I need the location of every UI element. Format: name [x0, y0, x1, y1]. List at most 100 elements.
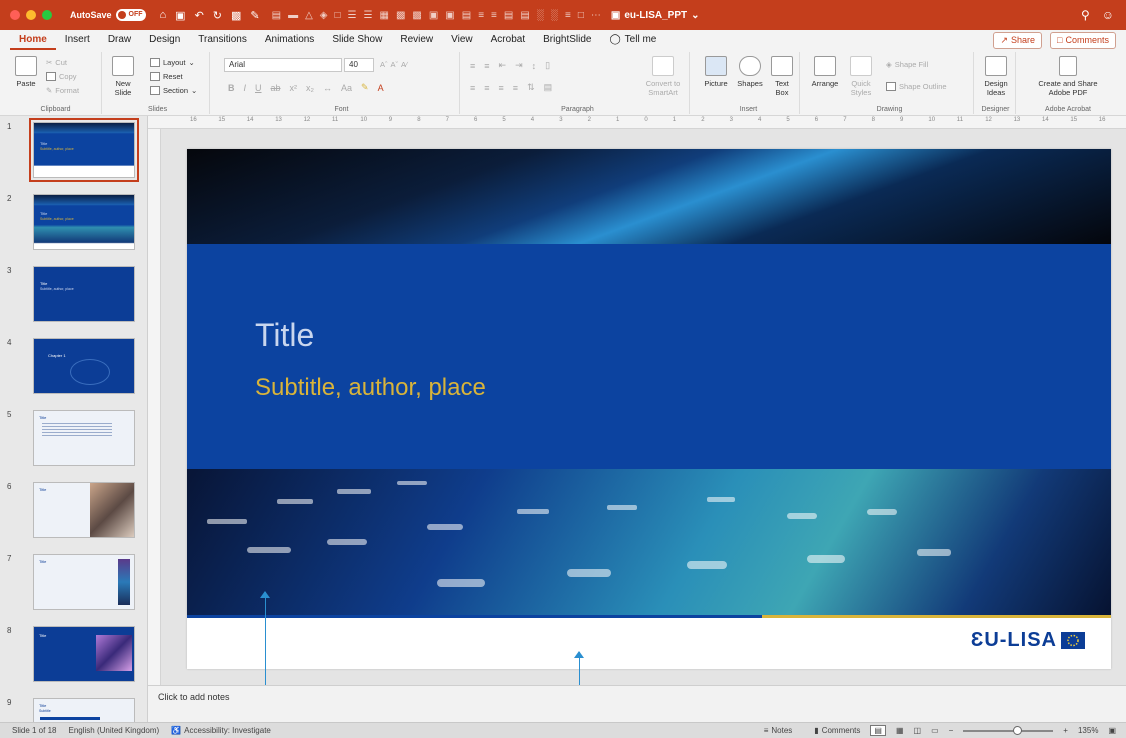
tab-slide-show[interactable]: Slide Show [323, 30, 391, 50]
tab-home[interactable]: Home [10, 30, 56, 50]
zoom-window-button[interactable] [42, 10, 52, 20]
tab-animations[interactable]: Animations [256, 30, 323, 50]
accessibility-indicator[interactable]: ♿ Accessibility: Investigate [171, 726, 271, 735]
fit-slide-icon[interactable]: ▣ [1108, 726, 1116, 735]
chart-icon[interactable]: ▩ [412, 10, 421, 21]
slide-sorter-icon[interactable]: ▦ [896, 726, 904, 735]
thumbnail-image[interactable]: Title Subtitle, author, place [33, 266, 135, 322]
highlight-icon[interactable]: ✎ [361, 82, 369, 93]
slide-subtitle[interactable]: Subtitle, author, place [255, 374, 486, 402]
thumbnail-image[interactable]: Title [33, 626, 135, 682]
font-color-icon[interactable]: A [378, 83, 384, 93]
slide-editing-canvas[interactable]: Title Subtitle, author, place ƐU-LISA [161, 129, 1126, 685]
align-right-icon[interactable]: ≡ [499, 83, 504, 93]
thumbnail-image[interactable]: Title [33, 482, 135, 538]
bar-chart-icon[interactable]: ░ [551, 10, 558, 21]
tab-review[interactable]: Review [391, 30, 442, 50]
home-icon[interactable]: ⌂ [160, 9, 167, 21]
align-text-icon[interactable]: ▤ [544, 82, 553, 93]
text-box-button[interactable]: Text Box [768, 56, 796, 97]
more-icon[interactable]: ⋯ [591, 10, 601, 21]
align-icon[interactable]: ▤ [520, 10, 529, 21]
language-indicator[interactable]: English (United Kingdom) [68, 726, 159, 735]
thumbnail-slide-7[interactable]: 7 Title [0, 550, 147, 612]
decrease-indent-icon[interactable]: ⇤ [499, 60, 507, 71]
table-icon[interactable]: ▦ [379, 10, 388, 21]
numbering-icon[interactable]: ≡ [484, 61, 489, 71]
strikethrough-icon[interactable]: ab [271, 83, 281, 93]
thumbnail-image[interactable]: Title [33, 410, 135, 466]
text-color-icon[interactable]: △ [305, 10, 313, 21]
cut-button[interactable]: ✂ Cut [46, 58, 67, 67]
fill-icon[interactable]: ◈ [320, 10, 328, 21]
zoom-in-icon[interactable]: + [1063, 726, 1068, 735]
format-painter-icon[interactable]: ✎ [250, 9, 259, 22]
font-name-select[interactable]: Arial [224, 58, 342, 72]
comments-button[interactable]: □ Comments [1050, 31, 1116, 49]
reset-button[interactable]: Reset [150, 72, 183, 81]
notes-pane[interactable]: Click to add notes [148, 685, 1126, 722]
thumbnail-image[interactable]: Title Subtitle, author, place [33, 194, 135, 250]
change-case-icon[interactable]: Aa [341, 83, 352, 93]
italic-icon[interactable]: I [244, 83, 247, 93]
shapes-button[interactable]: Shapes [734, 56, 766, 88]
align-icon[interactable]: ▤ [272, 10, 281, 21]
share-people-icon[interactable]: ☺ [1102, 8, 1114, 22]
increase-indent-icon[interactable]: ⇥ [515, 60, 523, 71]
clear-format-icon[interactable]: A∕ [401, 60, 407, 69]
thumbnail-image[interactable]: Title Subtitle [33, 698, 135, 722]
distribute-icon[interactable]: ≡ [565, 10, 571, 21]
chart-icon[interactable]: ▩ [396, 10, 405, 21]
tab-brightslide[interactable]: BrightSlide [534, 30, 600, 50]
tab-acrobat[interactable]: Acrobat [482, 30, 534, 50]
reading-view-icon[interactable]: ◫ [914, 726, 922, 735]
vertical-ruler[interactable] [148, 129, 161, 685]
slideshow-icon[interactable]: ▩ [231, 9, 241, 22]
thumbnail-slide-8[interactable]: 8 Title [0, 622, 147, 684]
thumbnail-slide-6[interactable]: 6 Title [0, 478, 147, 540]
zoom-out-icon[interactable]: − [949, 726, 954, 735]
tab-draw[interactable]: Draw [99, 30, 140, 50]
keyboard-image[interactable] [187, 469, 1111, 617]
eu-lisa-logo[interactable]: ƐU-LISA [971, 629, 1085, 652]
char-spacing-icon[interactable]: ↔ [323, 83, 332, 93]
bullets-icon[interactable]: ≡ [470, 61, 475, 71]
thumbnail-slide-4[interactable]: 4 Chapter 1 [0, 334, 147, 396]
slide-thumbnail-pane[interactable]: 1 Title Subtitle, author, place 2 Title … [0, 116, 148, 722]
align-icon[interactable]: ▤ [462, 10, 471, 21]
section-button[interactable]: Section ⌄ [150, 86, 197, 95]
design-ideas-button[interactable]: Design Ideas [980, 56, 1012, 97]
paste-button[interactable]: Paste [12, 56, 40, 88]
grow-font-icon[interactable]: Aˆ [380, 60, 388, 69]
page-icon[interactable]: □ [578, 10, 584, 21]
line-spacing-icon[interactable]: ↕ [532, 61, 537, 71]
normal-view-icon[interactable]: ▤ [870, 725, 886, 736]
shrink-font-icon[interactable]: Aˇ [391, 60, 399, 69]
slideshow-view-icon[interactable]: ▭ [931, 726, 939, 735]
undo-icon[interactable]: ↶ [195, 9, 204, 22]
tab-transitions[interactable]: Transitions [189, 30, 256, 50]
text-direction-icon[interactable]: ⇅ [527, 82, 535, 93]
thumbnail-slide-5[interactable]: 5 Title [0, 406, 147, 468]
notes-placeholder[interactable]: Click to add notes [158, 692, 230, 702]
distribute-icon[interactable]: ≡ [491, 10, 497, 21]
format-painter-button[interactable]: ✎ Format [46, 86, 79, 95]
thumbnail-slide-2[interactable]: 2 Title Subtitle, author, place [0, 190, 147, 252]
zoom-level[interactable]: 135% [1078, 726, 1098, 735]
autosave-toggle[interactable]: OFF [115, 9, 146, 21]
thumbnail-image[interactable]: Title Subtitle, author, place [29, 118, 139, 182]
notes-button[interactable]: ≡ Notes [764, 726, 793, 735]
subscript-icon[interactable]: x₂ [306, 83, 314, 93]
comments-status-button[interactable]: ▮ Comments [814, 726, 860, 735]
align-left-icon[interactable]: ≡ [470, 83, 475, 93]
tab-insert[interactable]: Insert [56, 30, 99, 50]
zoom-slider-knob[interactable] [1013, 725, 1023, 735]
new-slide-button[interactable]: New Slide [108, 56, 138, 97]
thumbnail-image[interactable]: Title [33, 554, 135, 610]
group-icon[interactable]: □ [335, 10, 341, 21]
align-center-icon[interactable]: ≡ [484, 83, 489, 93]
slide[interactable]: Title Subtitle, author, place ƐU-LISA [187, 149, 1111, 669]
thumbnail-slide-9[interactable]: 9 Title Subtitle [0, 694, 147, 722]
tab-design[interactable]: Design [140, 30, 189, 50]
superscript-icon[interactable]: x² [290, 83, 298, 93]
